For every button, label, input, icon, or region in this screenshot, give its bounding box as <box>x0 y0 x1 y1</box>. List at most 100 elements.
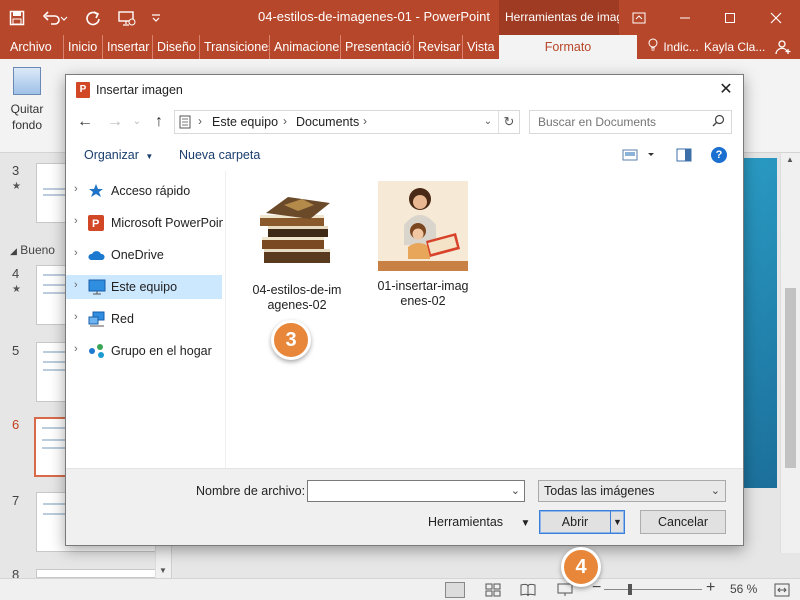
user-name[interactable]: Kayla Cla... <box>704 35 765 59</box>
lightbulb-icon <box>648 35 660 59</box>
up-arrow-icon[interactable]: ↑ <box>150 113 168 131</box>
refresh-icon[interactable]: ↻ <box>498 111 519 133</box>
expand-chevron-icon[interactable]: › <box>74 279 78 291</box>
open-button[interactable]: Abrir ▼ <box>539 510 625 534</box>
minimize-icon[interactable] <box>663 0 707 35</box>
remove-background-button[interactable]: Quitar fondo <box>6 65 48 133</box>
zoom-slider-thumb[interactable] <box>628 584 632 595</box>
nav-item-network[interactable]: › Red <box>66 307 222 331</box>
close-window-icon[interactable] <box>754 0 798 35</box>
share-icon[interactable] <box>766 35 800 59</box>
address-dropdown-icon[interactable]: ⌄ <box>479 111 497 133</box>
nav-item-homegroup[interactable]: › Grupo en el hogar <box>66 339 222 363</box>
forward-arrow-icon[interactable]: → <box>106 113 124 131</box>
new-folder-button[interactable]: Nueva carpeta <box>179 148 260 162</box>
search-box[interactable] <box>529 110 732 134</box>
tab-transiciones[interactable]: Transiciones <box>200 35 270 59</box>
breadcrumb-este-equipo[interactable]: Este equipo <box>212 115 278 129</box>
help-icon[interactable]: ? <box>711 147 727 163</box>
address-bar[interactable]: › Este equipo › Documents › ⌄ ↻ <box>174 110 520 134</box>
window-title: 04-estilos-de-imagenes-01 - PowerPoint <box>258 9 490 24</box>
chevron-down-icon: ▼ <box>520 518 531 529</box>
tab-vista[interactable]: Vista <box>463 35 499 59</box>
file-item[interactable]: 01-insertar-imag enes-02 <box>371 181 475 309</box>
breadcrumb-chevron-icon[interactable]: › <box>198 114 202 128</box>
tell-me-text: Indic... <box>663 40 699 54</box>
tab-presentacion[interactable]: Presentació <box>341 35 414 59</box>
slide-number: 3 <box>12 163 20 178</box>
tab-inicio[interactable]: Inicio <box>64 35 103 59</box>
scroll-up-arrow-icon[interactable]: ▲ <box>786 155 794 164</box>
expand-chevron-icon[interactable]: › <box>74 343 78 355</box>
nav-item-powerpoint[interactable]: › P Microsoft PowerPoin <box>66 211 223 235</box>
ribbon-display-options-icon[interactable] <box>617 0 661 35</box>
slide-thumbnail[interactable] <box>36 569 162 578</box>
navigation-pane: › Acceso rápido › P Microsoft PowerPoin … <box>66 171 226 468</box>
undo-icon[interactable] <box>34 0 76 35</box>
nav-item-onedrive[interactable]: › OneDrive <box>66 243 222 267</box>
file-name-line-1: 04-estilos-de-im <box>252 283 342 297</box>
search-icon[interactable] <box>712 114 725 130</box>
search-input[interactable] <box>530 111 705 133</box>
slide-sorter-icon[interactable] <box>485 583 501 600</box>
chevron-down-icon: ⌄ <box>710 485 720 497</box>
breadcrumb-documents[interactable]: Documents <box>296 115 359 129</box>
nav-item-this-pc[interactable]: › Este equipo <box>66 275 222 299</box>
breadcrumb-chevron-icon[interactable]: › <box>283 114 287 128</box>
zoom-slider[interactable] <box>604 584 702 595</box>
tab-diseno[interactable]: Diseño <box>153 35 200 59</box>
file-name-input[interactable]: ⌄ <box>307 480 525 502</box>
change-view-icon[interactable] <box>622 148 656 165</box>
expand-chevron-icon[interactable]: › <box>74 215 78 227</box>
dialog-close-icon[interactable]: ✕ <box>715 79 737 101</box>
onedrive-icon <box>88 247 106 263</box>
tell-me-box[interactable]: Indic... <box>648 35 699 59</box>
preview-pane-icon[interactable] <box>676 148 692 165</box>
back-arrow-icon[interactable]: ← <box>76 113 94 131</box>
zoom-level[interactable]: 56 % <box>730 582 757 596</box>
scrollbar-thumb[interactable] <box>785 288 796 468</box>
tab-formato[interactable]: Formato <box>499 35 637 59</box>
reading-view-icon[interactable] <box>520 583 536 600</box>
organize-button[interactable]: Organizar ▼ <box>84 148 153 162</box>
zoom-in-button[interactable]: + <box>706 579 715 597</box>
breadcrumb-chevron-icon[interactable]: › <box>363 114 367 128</box>
scroll-down-arrow-icon[interactable]: ▼ <box>159 566 167 575</box>
tab-animaciones[interactable]: Animacione <box>270 35 341 59</box>
maximize-icon[interactable] <box>708 0 752 35</box>
vertical-scrollbar[interactable]: ▲ <box>780 153 800 553</box>
save-icon[interactable] <box>0 0 34 35</box>
fit-slide-icon[interactable] <box>774 583 790 600</box>
tools-button[interactable]: Herramientas ▼ <box>428 515 530 529</box>
slide-canvas[interactable] <box>740 158 777 488</box>
nav-item-quick-access[interactable]: › Acceso rápido <box>66 179 222 203</box>
step-badge-3: 3 <box>271 320 311 360</box>
organize-label: Organizar <box>84 148 139 162</box>
tab-insertar[interactable]: Insertar <box>103 35 153 59</box>
nav-item-label: Grupo en el hogar <box>111 344 212 358</box>
tab-revisar[interactable]: Revisar <box>414 35 463 59</box>
open-options-dropdown-icon[interactable]: ▼ <box>610 511 624 533</box>
chevron-down-icon[interactable]: ⌄ <box>511 484 520 497</box>
redo-icon[interactable] <box>76 0 110 35</box>
customize-qat-icon[interactable] <box>144 0 168 35</box>
expand-chevron-icon[interactable]: › <box>74 247 78 259</box>
section-name: Bueno <box>20 243 55 257</box>
file-thumbnail-mother-child <box>378 181 468 271</box>
expand-chevron-icon[interactable]: › <box>74 311 78 323</box>
cancel-button[interactable]: Cancelar <box>640 510 726 534</box>
file-type-select[interactable]: Todas las imágenes ⌄ <box>538 480 726 502</box>
expand-chevron-icon[interactable]: › <box>74 183 78 195</box>
file-item[interactable]: 04-estilos-de-im agenes-02 <box>245 185 349 313</box>
slideshow-icon[interactable] <box>110 0 144 35</box>
command-bar: Organizar ▼ Nueva carpeta ? <box>66 139 743 171</box>
dialog-footer: Nombre de archivo: ⌄ Todas las imágenes … <box>66 468 743 545</box>
tab-archivo[interactable]: Archivo <box>0 35 64 59</box>
computer-icon <box>88 279 106 295</box>
nav-item-label: Este equipo <box>111 280 178 294</box>
computer-location-icon <box>179 115 193 132</box>
slideshow-view-icon[interactable] <box>557 583 573 600</box>
section-header[interactable]: ◢ Bueno <box>10 243 55 257</box>
normal-view-icon[interactable] <box>445 582 465 598</box>
recent-locations-chevron-icon[interactable]: ⌄ <box>128 113 146 131</box>
